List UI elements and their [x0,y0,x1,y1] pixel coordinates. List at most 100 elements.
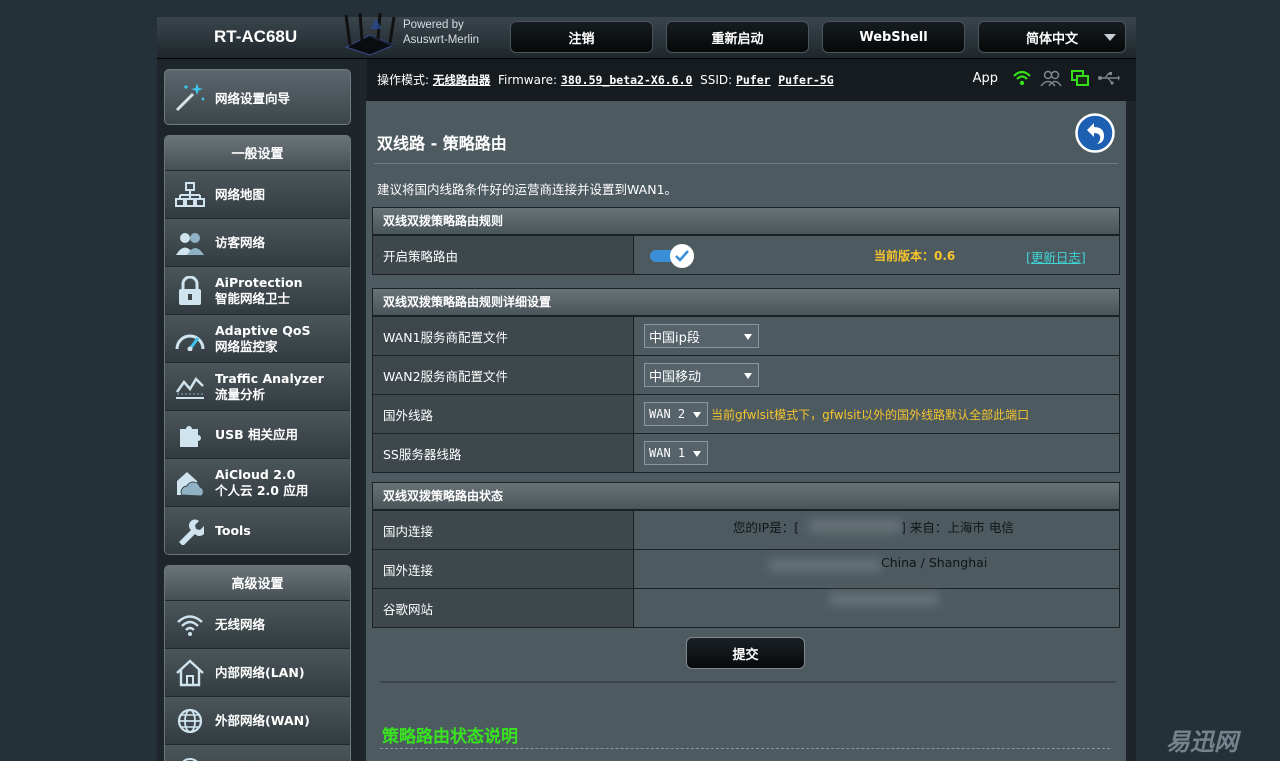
powered-by: Powered by Asuswrt-Merlin [403,18,479,48]
nav-label: 外部网络(WAN) [215,712,310,728]
mode-label: 操作模式: [377,73,430,87]
foreign-route-select[interactable]: WAN 2 [644,402,708,426]
sidebar-item-network-map[interactable]: 网络地图 [165,170,350,218]
rules-table: 双线双拨策略路由规则 开启策略路由 当前版本：0.6 [更新日志] [372,207,1120,275]
submit-button[interactable]: 提交 [686,637,805,669]
chevron-down-icon [1104,34,1116,41]
redacted-ip [809,519,901,533]
redacted-ip [769,559,881,572]
nav-label: 网络地图 [215,186,266,202]
domestic-prefix: 您的IP是：[ [733,520,800,535]
wan1-config-cell: 中国ip段 [634,317,1119,355]
advanced-settings-section: 高级设置 无线网络 内部网络(LAN) 外部网络(WAN) [164,565,351,761]
wan1-config-label: WAN1服务商配置文件 [373,317,634,355]
webshell-button[interactable]: WebShell [822,21,965,53]
table-row: SS服务器线路 WAN 1 [373,433,1119,472]
foreign-route-note: 当前gfwlsit模式下，gfwlsit以外的国外线路默认全部此端口 [711,407,1030,422]
changelog-link[interactable]: [更新日志] [1026,247,1086,266]
nav-label: USB 相关应用 [215,426,299,442]
nav-label: AiProtection [215,274,303,290]
generic-icon [165,756,215,761]
details-table: 双线双拨策略路由规则详细设置 WAN1服务商配置文件 中国ip段 WAN2服务商… [372,288,1120,473]
reboot-button[interactable]: 重新启动 [666,21,809,53]
powered-line1: Powered by [403,19,464,31]
chevron-down-icon [693,412,701,418]
language-select[interactable]: 简体中文 [978,21,1126,53]
setup-wizard-button[interactable]: 网络设置向导 [164,69,351,125]
dashed-divider [380,748,1110,749]
app-link[interactable]: App [973,71,998,86]
enable-policy-label: 开启策略路由 [373,236,634,274]
main-panel: 双线路 - 策略路由 建议将国内线路条件好的运营商连接并设置到WAN1。 双线双… [366,101,1126,761]
foreign-route-value: WAN 2 [649,407,686,421]
domestic-connection-label: 国内连接 [373,511,634,549]
version-text: 当前版本：0.6 [874,249,956,263]
foreign-connection-value: China / Shanghai [881,555,988,570]
wan2-config-label: WAN2服务商配置文件 [373,356,634,394]
chevron-down-icon [744,373,752,379]
ssid-label: SSID: [700,73,733,87]
lock-icon [165,275,215,306]
title-divider [374,163,1118,164]
sidebar-item-more[interactable] [165,744,350,761]
nav-label: Tools [215,522,251,538]
sidebar-item-usb-apps[interactable]: USB 相关应用 [165,410,350,458]
status-icons: App [973,69,1120,87]
nav-label: 访客网络 [215,234,266,250]
chevron-down-icon [693,451,701,457]
network-status-icon[interactable] [1070,69,1090,87]
sidebar-item-traffic-analyzer[interactable]: Traffic Analyzer 流量分析 [165,362,350,410]
nav-label: 无线网络 [215,616,266,632]
sidebar-item-aicloud[interactable]: AiCloud 2.0 个人云 2.0 应用 [165,458,350,506]
usb-icon[interactable] [1098,71,1120,85]
wifi-icon [165,613,215,637]
wan2-config-select[interactable]: 中国移动 [644,363,759,387]
state-table-header: 双线双拨策略路由状态 [373,483,1119,510]
wifi-status-icon[interactable] [1012,69,1032,87]
sidebar-item-tools[interactable]: Tools [165,506,350,554]
back-arrow-icon[interactable] [1075,113,1115,153]
ssid-link-5g[interactable]: Pufer-5G [778,73,833,87]
chevron-down-icon [744,334,752,340]
sidebar-item-wireless[interactable]: 无线网络 [165,600,350,648]
ss-route-value: WAN 1 [649,446,686,460]
sidebar-item-adaptive-qos[interactable]: Adaptive QoS 网络监控家 [165,314,350,362]
domestic-suffix: ] 来自：上海市 电信 [901,520,1014,535]
domestic-connection-cell: 您的IP是：[ ] 来自：上海市 电信 [634,511,1119,549]
status-explanation-title: 策略路由状态说明 [382,727,518,747]
sidebar-item-wan[interactable]: 外部网络(WAN) [165,696,350,744]
wan2-config-value: 中国移动 [649,369,702,385]
nav-sublabel: 个人云 2.0 应用 [215,482,309,498]
clients-icon[interactable] [1040,69,1062,87]
redacted-status [829,593,939,606]
sidebar-item-aiprotection[interactable]: AiProtection 智能网络卫士 [165,266,350,314]
ssid-link-2g[interactable]: Pufer [736,73,771,87]
state-table: 双线双拨策略路由状态 国内连接 您的IP是：[ ] 来自：上海市 电信 国外连接… [372,482,1120,628]
wan1-config-select[interactable]: 中国ip段 [644,324,759,348]
wan2-config-cell: 中国移动 [634,356,1119,394]
enable-policy-cell: 当前版本：0.6 [更新日志] [634,236,1119,274]
ss-route-label: SS服务器线路 [373,434,634,472]
sidebar-item-lan[interactable]: 内部网络(LAN) [165,648,350,696]
globe-icon [165,707,215,735]
wrench-icon [165,517,215,545]
powered-line2: Asuswrt-Merlin [403,34,480,46]
speedometer-icon [165,327,215,351]
nav-sublabel: 智能网络卫士 [215,290,291,306]
sidebar-item-guest-network[interactable]: 访客网络 [165,218,350,266]
firmware-link[interactable]: 380.59_beta2-X6.6.0 [561,73,693,87]
table-row: 国内连接 您的IP是：[ ] 来自：上海市 电信 [373,510,1119,549]
logout-button[interactable]: 注销 [510,21,653,53]
top-header: RT-AC68U Powered by Asuswrt-Merlin 注销 重新… [157,12,1136,59]
chart-icon [165,374,215,400]
table-row: 谷歌网站 [373,588,1119,627]
google-cell [634,589,1119,627]
foreign-connection-cell: China / Shanghai [634,550,1119,588]
status-bar: 操作模式: 无线路由器 Firmware: 380.59_beta2-X6.6.… [367,59,1136,101]
nav-label: 内部网络(LAN) [215,664,305,680]
table-row: 开启策略路由 当前版本：0.6 [更新日志] [373,235,1119,274]
mode-link[interactable]: 无线路由器 [433,73,491,87]
foreign-route-cell: WAN 2 当前gfwlsit模式下，gfwlsit以外的国外线路默认全部此端口 [634,395,1119,433]
ss-route-select[interactable]: WAN 1 [644,441,708,465]
enable-policy-toggle[interactable] [648,242,696,270]
